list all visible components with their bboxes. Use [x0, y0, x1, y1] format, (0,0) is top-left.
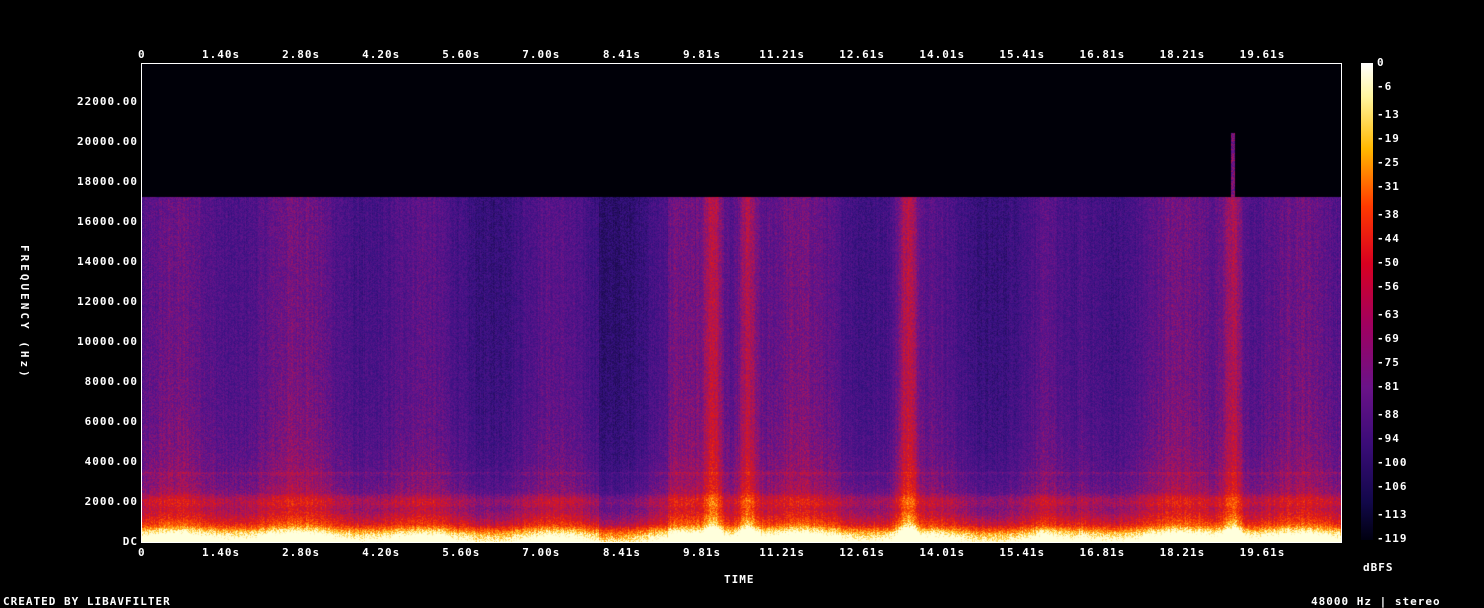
colorbar-tick-label: -19: [1377, 132, 1400, 145]
x-tick-label-top: 8.41s: [602, 48, 642, 61]
x-axis-label: TIME: [724, 573, 755, 586]
colorbar-tick-label: -31: [1377, 180, 1400, 193]
x-tick-label-bottom: 2.80s: [282, 546, 321, 559]
x-tick-label-top: 18.21s: [1159, 48, 1206, 61]
y-tick-label: 20000.00: [77, 135, 138, 148]
colorbar-tick-label: -63: [1377, 308, 1400, 321]
colorbar-tick-label: 0: [1377, 56, 1385, 69]
x-tick-label-bottom: 1.40s: [202, 546, 241, 559]
x-tick-label-top: 2.80s: [282, 48, 321, 61]
y-tick-label: 18000.00: [77, 175, 138, 188]
spectrogram-plot: [141, 63, 1342, 543]
y-tick-label: DC: [122, 535, 138, 548]
y-axis-label: FREQUENCY (Hz): [18, 245, 31, 380]
colorbar-tick-label: -38: [1377, 208, 1400, 221]
x-tick-label-top: 0: [138, 48, 146, 61]
x-tick-label-bottom: 14.01s: [919, 546, 966, 559]
x-tick-label-top: 16.81s: [1079, 48, 1126, 61]
x-tick-label-bottom: 12.61s: [839, 546, 886, 559]
colorbar-unit: dBFS: [1363, 561, 1394, 574]
x-tick-label-top: 4.20s: [362, 48, 401, 61]
colorbar-tick-label: -50: [1377, 256, 1400, 269]
x-tick-label-bottom: 9.81s: [682, 546, 722, 559]
colorbar-tick-label: -75: [1377, 356, 1400, 369]
colorbar-tick-label: -94: [1377, 432, 1400, 445]
y-tick-label: 6000.00: [84, 415, 138, 428]
y-tick-label: 10000.00: [77, 335, 138, 348]
y-tick-label: 14000.00: [77, 255, 138, 268]
y-tick-label: 16000.00: [77, 215, 138, 228]
x-tick-label-bottom: 5.60s: [442, 546, 481, 559]
footer-sample-rate: 48000 Hz | stereo: [1311, 595, 1441, 608]
x-tick-label-top: 7.00s: [522, 48, 561, 61]
colorbar-tick-label: -25: [1377, 156, 1400, 169]
colorbar-gradient: [1361, 63, 1373, 540]
x-tick-label-top: 14.01s: [919, 48, 966, 61]
x-tick-label-bottom: 19.61s: [1239, 546, 1286, 559]
colorbar-tick-label: -69: [1377, 332, 1400, 345]
y-tick-label: 8000.00: [84, 375, 138, 388]
colorbar-tick-label: -88: [1377, 408, 1400, 421]
x-tick-label-bottom: 0: [138, 546, 146, 559]
x-tick-label-bottom: 8.41s: [602, 546, 642, 559]
y-tick-label: 12000.00: [77, 295, 138, 308]
x-tick-label-top: 11.21s: [759, 48, 805, 61]
x-tick-label-top: 15.41s: [999, 48, 1046, 61]
y-tick-label: 22000.00: [77, 95, 138, 108]
x-tick-label-top: 1.40s: [202, 48, 241, 61]
x-tick-label-top: 9.81s: [682, 48, 722, 61]
colorbar-tick-label: -100: [1377, 456, 1408, 469]
colorbar-tick-label: -106: [1377, 480, 1408, 493]
x-tick-label-top: 12.61s: [839, 48, 886, 61]
colorbar-tick-label: -56: [1377, 280, 1400, 293]
y-tick-label: 4000.00: [84, 455, 138, 468]
x-tick-label-bottom: 16.81s: [1079, 546, 1126, 559]
x-tick-label-bottom: 7.00s: [522, 546, 561, 559]
x-tick-label-bottom: 4.20s: [362, 546, 401, 559]
y-tick-label: 2000.00: [84, 495, 138, 508]
x-tick-label-bottom: 18.21s: [1159, 546, 1206, 559]
x-tick-label-bottom: 15.41s: [999, 546, 1046, 559]
colorbar-tick-label: -44: [1377, 232, 1400, 245]
colorbar-tick-label: -81: [1377, 380, 1400, 393]
x-tick-label-bottom: 11.21s: [759, 546, 805, 559]
x-tick-label-top: 5.60s: [442, 48, 481, 61]
spectrogram-heatmap: [142, 64, 1341, 542]
colorbar-tick-label: -6: [1377, 80, 1393, 93]
colorbar-tick-label: -119: [1377, 532, 1408, 545]
colorbar: [1361, 63, 1373, 540]
x-tick-label-top: 19.61s: [1239, 48, 1286, 61]
footer-credit: CREATED BY LIBAVFILTER: [3, 595, 171, 608]
colorbar-tick-label: -113: [1377, 508, 1408, 521]
colorbar-tick-label: -13: [1377, 108, 1400, 121]
